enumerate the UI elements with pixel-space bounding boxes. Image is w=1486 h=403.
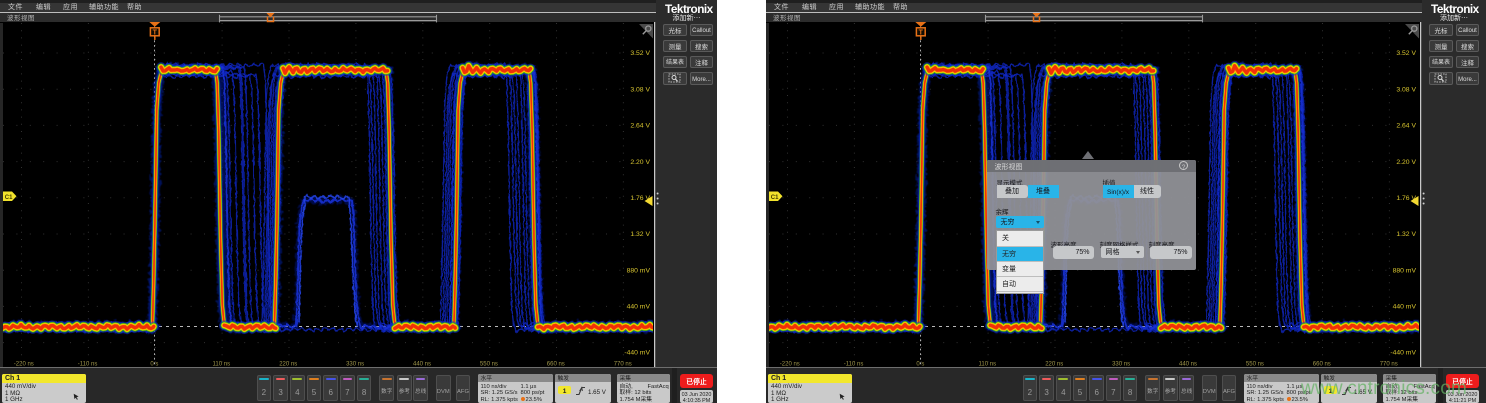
svg-text:-440 mV: -440 mV — [624, 350, 650, 357]
svg-text:440 mV: 440 mV — [627, 304, 651, 311]
svg-text:1.32 V: 1.32 V — [630, 231, 650, 238]
svg-text:3.52 V: 3.52 V — [630, 50, 650, 57]
svg-text:-440 mV: -440 mV — [1390, 350, 1416, 357]
svg-text:3.08 V: 3.08 V — [1396, 86, 1416, 93]
svg-text:2.64 V: 2.64 V — [630, 123, 650, 130]
svg-text:C1: C1 — [5, 195, 13, 201]
svg-text:3.52 V: 3.52 V — [1396, 50, 1416, 57]
svg-text:2.64 V: 2.64 V — [1396, 123, 1416, 130]
svg-text:440 mV: 440 mV — [1393, 304, 1417, 311]
svg-text:1.32 V: 1.32 V — [1396, 231, 1416, 238]
svg-text:2.20 V: 2.20 V — [1396, 159, 1416, 166]
svg-text:2.20 V: 2.20 V — [630, 159, 650, 166]
svg-text:880 mV: 880 mV — [627, 267, 651, 274]
svg-text:T: T — [919, 29, 924, 36]
svg-text:880 mV: 880 mV — [1393, 267, 1417, 274]
svg-text:3.08 V: 3.08 V — [630, 86, 650, 93]
svg-text:T: T — [153, 29, 158, 36]
svg-text:C1: C1 — [771, 195, 779, 201]
